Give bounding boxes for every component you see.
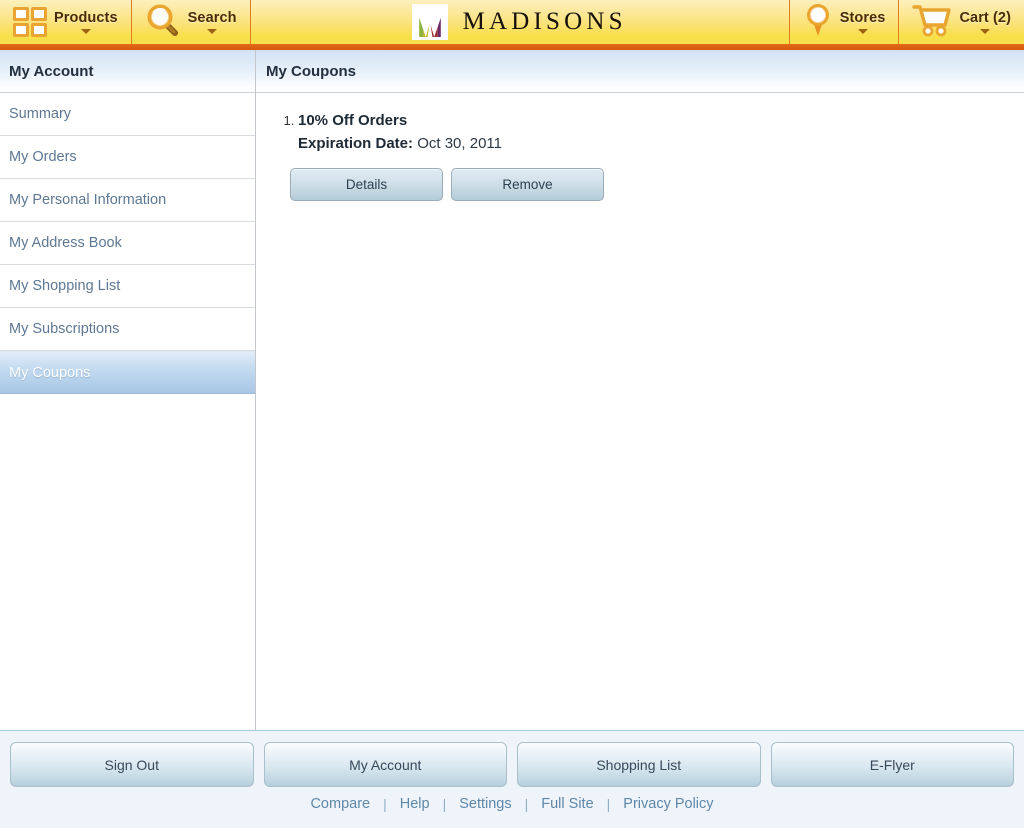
header-cart-label: Cart (2)	[959, 10, 1012, 26]
sidebar-item-label: My Shopping List	[9, 278, 121, 294]
site-header: Products Search MADISONS Stores Cart (2)	[0, 0, 1024, 50]
header-products-text: Products	[54, 10, 118, 34]
main-content: My Coupons 10% Off Orders Expiration Dat…	[256, 50, 1024, 730]
sidebar-item-summary[interactable]: Summary	[0, 93, 255, 136]
sidebar-item-label: My Orders	[9, 149, 77, 165]
footer-link-full-site[interactable]: Full Site	[528, 796, 606, 812]
footer-link-help[interactable]: Help	[387, 796, 443, 812]
coupon-remove-button[interactable]: Remove	[451, 168, 604, 201]
sidebar-item-label: My Address Book	[9, 235, 122, 251]
coupon-list-item: 10% Off Orders Expiration Date: Oct 30, …	[290, 111, 1024, 201]
map-pin-icon	[803, 2, 833, 43]
header-cart-text: Cart (2)	[959, 10, 1011, 34]
page-body: My Account Summary My Orders My Personal…	[0, 50, 1024, 730]
footer-link-privacy-policy[interactable]: Privacy Policy	[610, 796, 726, 812]
sidebar-item-label: My Personal Information	[9, 192, 167, 208]
sidebar-item-my-orders[interactable]: My Orders	[0, 136, 255, 179]
page-title: My Coupons	[256, 50, 1024, 93]
sign-out-button[interactable]: Sign Out	[10, 742, 254, 787]
sidebar-item-my-shopping-list[interactable]: My Shopping List	[0, 265, 255, 308]
e-flyer-button[interactable]: E-Flyer	[770, 742, 1014, 787]
header-left-spacer	[251, 0, 413, 44]
account-sidebar: My Account Summary My Orders My Personal…	[0, 50, 256, 730]
coupon-details-button[interactable]: Details	[290, 168, 443, 201]
footer-link-compare[interactable]: Compare	[297, 796, 383, 812]
header-stores-label: Stores	[839, 10, 886, 26]
brand-logo-link[interactable]: MADISONS	[412, 0, 627, 44]
sidebar-item-label: My Coupons	[9, 364, 91, 381]
sidebar-title: My Account	[0, 50, 255, 93]
footer-button-row: Sign Out My Account Shopping List E-Flye…	[0, 731, 1024, 787]
grid-icon	[13, 7, 47, 37]
sidebar-item-label: Summary	[9, 106, 72, 122]
chevron-down-icon	[207, 29, 218, 34]
footer-link-row: Compare | Help | Settings | Full Site | …	[0, 796, 1024, 812]
chevron-down-icon	[980, 29, 991, 34]
header-search-label: Search	[187, 10, 237, 26]
shopping-list-button[interactable]: Shopping List	[517, 742, 761, 787]
coupon-actions: Details Remove	[290, 168, 1024, 201]
sidebar-item-my-address-book[interactable]: My Address Book	[0, 222, 255, 265]
footer-link-settings[interactable]: Settings	[446, 796, 524, 812]
header-products-label: Products	[54, 10, 118, 26]
header-cart-menu[interactable]: Cart (2)	[899, 0, 1024, 44]
header-stores-text: Stores	[840, 10, 886, 34]
coupon-expiration: Expiration Date: Oct 30, 2011	[298, 132, 1024, 156]
header-search-menu[interactable]: Search	[132, 0, 250, 44]
header-right-spacer	[627, 0, 789, 44]
header-products-menu[interactable]: Products	[0, 0, 131, 44]
header-search-text: Search	[188, 10, 237, 34]
site-footer: Sign Out My Account Shopping List E-Flye…	[0, 730, 1024, 828]
coupon-expiration-value: Oct 30, 2011	[417, 135, 502, 152]
coupon-expiration-label: Expiration Date:	[298, 135, 414, 152]
shopping-cart-icon	[912, 3, 952, 42]
header-stores-menu[interactable]: Stores	[790, 0, 899, 44]
sidebar-item-my-coupons[interactable]: My Coupons	[0, 351, 255, 394]
brand-name: MADISONS	[462, 8, 627, 35]
sidebar-item-label: My Subscriptions	[9, 321, 120, 337]
coupon-list: 10% Off Orders Expiration Date: Oct 30, …	[256, 111, 1024, 201]
my-account-button[interactable]: My Account	[263, 742, 507, 787]
coupon-name: 10% Off Orders	[298, 112, 408, 129]
magnifier-icon	[145, 3, 181, 42]
sidebar-item-my-personal-information[interactable]: My Personal Information	[0, 179, 255, 222]
chevron-down-icon	[80, 29, 91, 34]
sidebar-item-my-subscriptions[interactable]: My Subscriptions	[0, 308, 255, 351]
coupon-list-area: 10% Off Orders Expiration Date: Oct 30, …	[256, 93, 1024, 201]
chevron-down-icon	[857, 29, 868, 34]
madisons-m-logo-icon	[412, 5, 447, 39]
